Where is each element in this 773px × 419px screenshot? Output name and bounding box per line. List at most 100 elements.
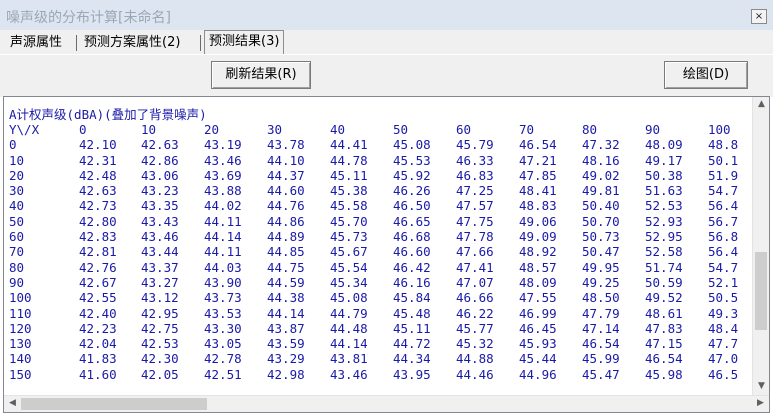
table-cell: 45.79 (456, 137, 494, 153)
horizontal-scroll-thumb[interactable] (21, 398, 207, 410)
plot-button[interactable]: 绘图(D) (664, 61, 748, 89)
horizontal-scrollbar[interactable]: ◀ ▶ (4, 395, 769, 412)
table-cell: 45.58 (330, 198, 368, 214)
table-cell: 54.7 (708, 183, 739, 199)
table-cell: 42.98 (267, 366, 305, 382)
window-title: 噪声级的分布计算[未命名] (6, 10, 171, 26)
vertical-scrollbar[interactable]: ▲ ▼ (752, 97, 769, 396)
table-cell: 46.16 (393, 274, 431, 290)
table-cell: 50.47 (582, 244, 620, 260)
table-cell: 44.96 (519, 366, 557, 382)
y-label: 20 (9, 167, 25, 183)
table-row: 50 42.80 43.43 44.11 44.86 45.70 46.65 47.75 49.… (9, 214, 754, 229)
table-cell: 52.1 (708, 274, 739, 290)
table-cell: 42.53 (141, 336, 179, 352)
table-cell: 42.78 (204, 351, 242, 367)
table-row: 70 42.81 43.44 44.11 44.85 45.67 46.60 47.66 48.… (9, 244, 754, 259)
table-cell: 49.95 (582, 259, 620, 275)
table-cell: 42.51 (204, 366, 242, 382)
results-toolbar: 刷新结果(R) 绘图(D) (0, 54, 773, 97)
table-row: 10 42.31 42.86 43.46 44.10 44.78 45.53 46.33 47.… (9, 153, 754, 168)
table-cell: 45.47 (582, 366, 620, 382)
table-cell: 47.07 (456, 274, 494, 290)
table-cell: 44.85 (267, 244, 305, 260)
table-cell: 46.83 (456, 167, 494, 183)
table-cell: 46.50 (393, 198, 431, 214)
table-cell: 47.21 (519, 152, 557, 168)
table-cell: 43.53 (204, 305, 242, 321)
tab-prediction-results[interactable]: 预测结果(3) (204, 30, 285, 55)
table-cell: 48.50 (582, 290, 620, 306)
table-cell: 42.81 (79, 244, 117, 260)
table-cell: 48.16 (582, 152, 620, 168)
table-cell: 50.70 (582, 213, 620, 229)
table-cell: 56.4 (708, 198, 739, 214)
table-cell: 45.77 (456, 320, 494, 336)
table-cell: 44.14 (267, 305, 305, 321)
tab-divider (76, 35, 77, 51)
table-cell: 43.23 (141, 183, 179, 199)
table-cell: 56.8 (708, 229, 739, 245)
close-button[interactable]: × (751, 9, 767, 24)
table-cell: 47.7 (708, 336, 739, 352)
table-cell: 49.06 (519, 213, 557, 229)
scroll-right-icon[interactable]: ▶ (752, 398, 769, 408)
table-cell: 46.22 (456, 305, 494, 321)
y-label: 150 (9, 366, 32, 382)
table-cell: 47.25 (456, 183, 494, 199)
table-cell: 45.34 (330, 274, 368, 290)
table-cell: 44.37 (267, 167, 305, 183)
table-cell: 44.03 (204, 259, 242, 275)
table-cell: 43.46 (141, 229, 179, 245)
table-cell: 51.74 (645, 259, 683, 275)
table-cell: 45.32 (456, 336, 494, 352)
table-row: 120 42.23 42.75 43.30 43.87 44.48 45.11 45.77 46… (9, 321, 754, 336)
table-cell: 44.89 (267, 229, 305, 245)
table-cell: 44.79 (330, 305, 368, 321)
x-header-cell: 100 (708, 122, 731, 137)
table-cell: 45.84 (393, 290, 431, 306)
y-label: 60 (9, 229, 25, 245)
tab-scheme-properties[interactable]: 预测方案属性(2) (80, 32, 184, 54)
table-cell: 47.85 (519, 167, 557, 183)
table-cell: 42.31 (79, 152, 117, 168)
y-label: 100 (9, 290, 32, 306)
table-cell: 46.54 (519, 137, 557, 153)
x-header-cell: 50 (393, 122, 409, 137)
table-cell: 51.63 (645, 183, 683, 199)
table-cell: 44.38 (267, 290, 305, 306)
table-cell: 54.7 (708, 259, 739, 275)
table-cell: 43.46 (204, 152, 242, 168)
table-cell: 48.09 (645, 137, 683, 153)
table-cell: 43.05 (204, 336, 242, 352)
table-cell: 43.90 (204, 274, 242, 290)
table-cell: 56.4 (708, 244, 739, 260)
vertical-scroll-thumb[interactable] (755, 252, 767, 330)
table-cell: 48.4 (708, 320, 739, 336)
table-cell: 44.88 (456, 351, 494, 367)
table-cell: 45.70 (330, 213, 368, 229)
table-cell: 42.40 (79, 305, 117, 321)
table-cell: 47.41 (456, 259, 494, 275)
scroll-left-icon[interactable]: ◀ (4, 398, 21, 408)
table-row: 60 42.83 43.46 44.14 44.89 45.73 46.68 47.78 49.… (9, 229, 754, 244)
results-panel[interactable]: A计权声级(dBA)(叠加了背景噪声) Y\/X 0 10 20 30 40 50 60 70… (3, 96, 770, 413)
y-label: 0 (9, 137, 17, 153)
y-label: 70 (9, 244, 25, 260)
refresh-results-button[interactable]: 刷新结果(R) (211, 61, 311, 89)
table-cell: 44.78 (330, 152, 368, 168)
table-cell: 42.05 (141, 366, 179, 382)
x-header-cell: 60 (456, 122, 472, 137)
table-cell: 48.83 (519, 198, 557, 214)
table-cell: 45.11 (393, 320, 431, 336)
tab-source-properties[interactable]: 声源属性 (6, 32, 66, 54)
table-cell: 50.59 (645, 274, 683, 290)
scroll-down-icon[interactable]: ▼ (753, 381, 770, 391)
scroll-up-icon[interactable]: ▲ (753, 99, 770, 109)
table-cell: 48.61 (645, 305, 683, 321)
table-cell: 49.3 (708, 305, 739, 321)
y-label: 80 (9, 259, 25, 275)
table-cell: 47.0 (708, 351, 739, 367)
table-cell: 43.12 (141, 290, 179, 306)
table-cell: 43.69 (204, 167, 242, 183)
